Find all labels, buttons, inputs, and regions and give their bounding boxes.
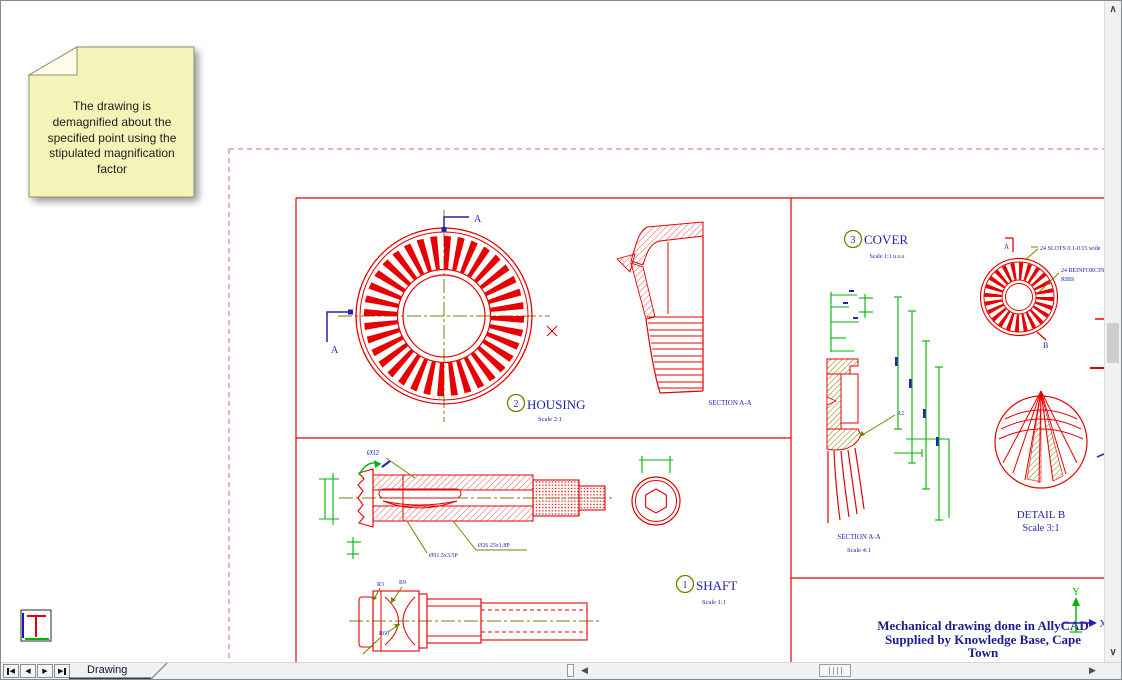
thumb-grip-icon — [829, 667, 842, 675]
cursor-mark-icon — [547, 326, 557, 336]
cover-label: 3 COVER Scale 1:1 u.o.s — [845, 231, 909, 261]
svg-text:3: 3 — [851, 235, 856, 246]
vertical-scrollbar[interactable]: ∧ ∨ — [1104, 1, 1121, 662]
shaft-left-dims — [319, 473, 339, 525]
cover-section-scale: Scale 4:1 — [847, 547, 871, 554]
shaft-view-2: R3 R9 R60 — [349, 580, 601, 654]
sticky-note-text: The drawing is demagnified about the spe… — [37, 99, 187, 178]
cover-marker-b: B — [1043, 341, 1048, 350]
shaft-end-view — [632, 456, 680, 525]
dim-dia32: Ø32 — [367, 449, 380, 457]
vertical-scroll-thumb[interactable] — [1107, 323, 1119, 363]
svg-text:HOUSING: HOUSING — [527, 397, 586, 412]
app-window: A A 2 HOUSING Scale 2:1 — [0, 0, 1122, 680]
detail-b-label: DETAIL B — [1017, 509, 1066, 521]
cover-panel: 3 COVER Scale 1:1 u.o.s — [827, 231, 1104, 555]
shaft-label: 1 SHAFT Scale 1:1 — [677, 576, 738, 607]
dim-thread-right: Ø26 25x1.8P — [478, 543, 510, 549]
ucs-origin-icon — [21, 610, 51, 641]
clipped-edge-geometry — [1090, 319, 1104, 457]
annotation-ribs-1: 24 REINFORCING — [1061, 268, 1104, 274]
svg-text:COVER: COVER — [864, 232, 908, 247]
dim-r9: R9 — [399, 580, 406, 586]
dim-marks-vertical — [895, 357, 939, 446]
dim-r60: R60 — [379, 631, 389, 637]
scroll-down-icon[interactable]: ∨ — [1105, 646, 1121, 660]
dim-marks — [843, 290, 858, 319]
detail-b-scale: Scale 3:1 — [1023, 523, 1060, 534]
svg-text:1: 1 — [683, 580, 688, 591]
horizontal-scroll-thumb[interactable] — [819, 664, 851, 677]
svg-text:SHAFT: SHAFT — [696, 578, 737, 593]
cover-marker-a: A — [1004, 243, 1009, 251]
cover-dims-right — [894, 297, 949, 520]
scroll-right-icon[interactable]: ▶ — [1089, 665, 1096, 676]
y-axis-label: Y — [1072, 587, 1079, 598]
annotation-slots: 24 SLOTS 0.1-0.15 wide — [1040, 246, 1101, 252]
cover-section-label: SECTION A-A — [837, 533, 880, 541]
housing-view: A A 2 HOUSING Scale 2:1 — [327, 210, 586, 423]
dim-thread-left: Ø91.5x3.5P — [429, 553, 458, 559]
annotation-ribs-2: RIBS — [1061, 277, 1074, 283]
scroll-up-icon[interactable]: ∧ — [1105, 3, 1121, 17]
title-line-1: Mechanical drawing done in AllyCAD — [877, 618, 1089, 633]
svg-text:Scale 1:1: Scale 1:1 — [702, 599, 726, 606]
sheet-tab-drawing[interactable]: Drawing — [87, 664, 127, 676]
cover-dims-left — [831, 292, 873, 352]
svg-text:Scale 2:1: Scale 2:1 — [538, 416, 562, 423]
detail-b-view: DETAIL B Scale 3:1 — [995, 391, 1087, 534]
housing-section-view: SECTION A-A — [617, 222, 752, 407]
svg-text:Scale 1:1 u.o.s: Scale 1:1 u.o.s — [870, 254, 906, 260]
scroll-left-icon[interactable]: ◀ — [581, 665, 588, 676]
bottom-bar: ◀ ◀ ▶ ▶ Drawing ◀ ▶ — [1, 662, 1121, 679]
svg-text:2: 2 — [514, 399, 519, 410]
cover-back-view: A B 24 SLOTS 0.1-0.15 wide 24 REINFORCIN… — [981, 238, 1105, 350]
drawing-canvas[interactable]: A A 2 HOUSING Scale 2:1 — [1, 1, 1104, 662]
svg-text:A: A — [331, 345, 339, 356]
dim-r3: R3 — [377, 582, 384, 588]
title-block: Mechanical drawing done in AllyCAD Suppl… — [877, 618, 1089, 660]
svg-text:A: A — [474, 214, 482, 225]
title-line-3: Town — [968, 645, 999, 660]
housing-section-label: SECTION A-A — [708, 399, 751, 407]
housing-label: 2 HOUSING Scale 2:1 — [508, 395, 586, 424]
scrollbar-splitter-handle[interactable] — [567, 664, 574, 677]
cover-section-view: R2 — [827, 359, 904, 523]
